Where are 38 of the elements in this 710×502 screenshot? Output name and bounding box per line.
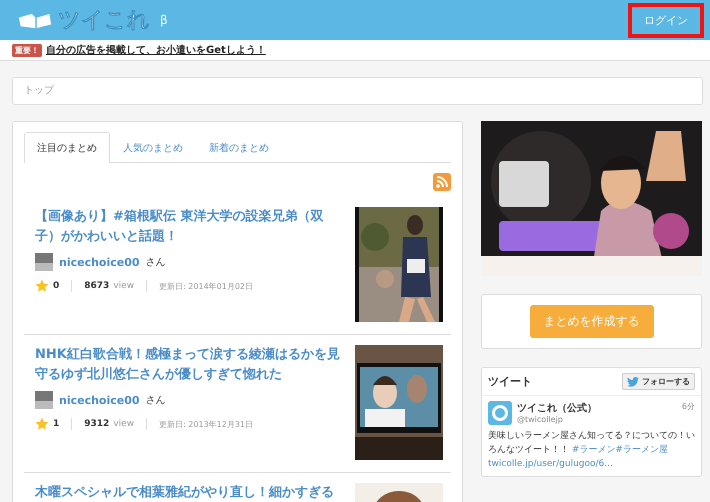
star-icon[interactable]: [35, 279, 49, 293]
breadcrumb[interactable]: トップ: [12, 77, 703, 105]
username-link[interactable]: nicechoice00: [59, 394, 140, 406]
tab[interactable]: 人気のまとめ: [110, 132, 196, 163]
updated-date: 更新日: 2013年12月31日: [159, 418, 254, 430]
username-link[interactable]: nicechoice00: [59, 256, 140, 268]
important-badge: 重要！: [12, 44, 42, 56]
star-icon[interactable]: [35, 417, 49, 431]
article-title-link[interactable]: NHK紅白歌合戦！感極まって涙する綾瀬はるかを見守るゆず北川悠仁さんが優しすぎて惚れた: [35, 345, 345, 385]
login-button[interactable]: ログイン: [632, 6, 700, 34]
user-avatar: [35, 391, 53, 409]
create-summary-button[interactable]: まとめを作成する: [530, 305, 654, 338]
follow-button[interactable]: フォローする: [622, 373, 695, 390]
tab[interactable]: 新着のまとめ: [196, 132, 282, 163]
widget-title: ツイート: [488, 374, 532, 389]
view-count: 8673: [84, 281, 110, 291]
tweet-text: 美味しいラーメン屋さん知ってる？についての！いろんなツイート！！ #ラーメン#ラーメン屋 twicolle.jp/user/gulugoo/6...: [488, 430, 695, 471]
tweet-link[interactable]: twicolle.jp/user/gulugoo/6...: [488, 459, 613, 469]
article-title-link[interactable]: 【画像あり】#箱根駅伝 東洋大学の設楽兄弟（双子）がかわいいと話題！: [35, 207, 345, 247]
beta-label: β: [160, 13, 168, 27]
hashtag-link[interactable]: #ラーメン屋: [615, 445, 668, 455]
account-handle: @twicollejp: [517, 415, 564, 424]
bird-icon: [627, 376, 639, 386]
view-count: 9312: [84, 419, 110, 429]
star-count: 0: [53, 281, 60, 291]
updated-date: 更新日: 2014年01月02日: [159, 280, 254, 292]
account-name[interactable]: ツイこれ（公式）: [517, 401, 677, 415]
honorific-label: さん: [146, 256, 166, 269]
tweet-time: 6分: [682, 401, 695, 412]
tab[interactable]: 注目のまとめ: [24, 132, 110, 163]
ad-promo-link[interactable]: 自分の広告を掲載して、お小遣いをGetしよう！: [46, 43, 266, 57]
star-count: 1: [53, 419, 60, 429]
view-unit: view: [113, 419, 134, 429]
honorific-label: さん: [146, 394, 166, 407]
article-title-link[interactable]: 木曜スペシャルで相葉雅紀がやり直し！細かすぎる: [35, 483, 345, 502]
view-unit: view: [113, 281, 134, 291]
hashtag-link[interactable]: #ラーメン: [572, 445, 616, 455]
user-avatar: [35, 253, 53, 271]
